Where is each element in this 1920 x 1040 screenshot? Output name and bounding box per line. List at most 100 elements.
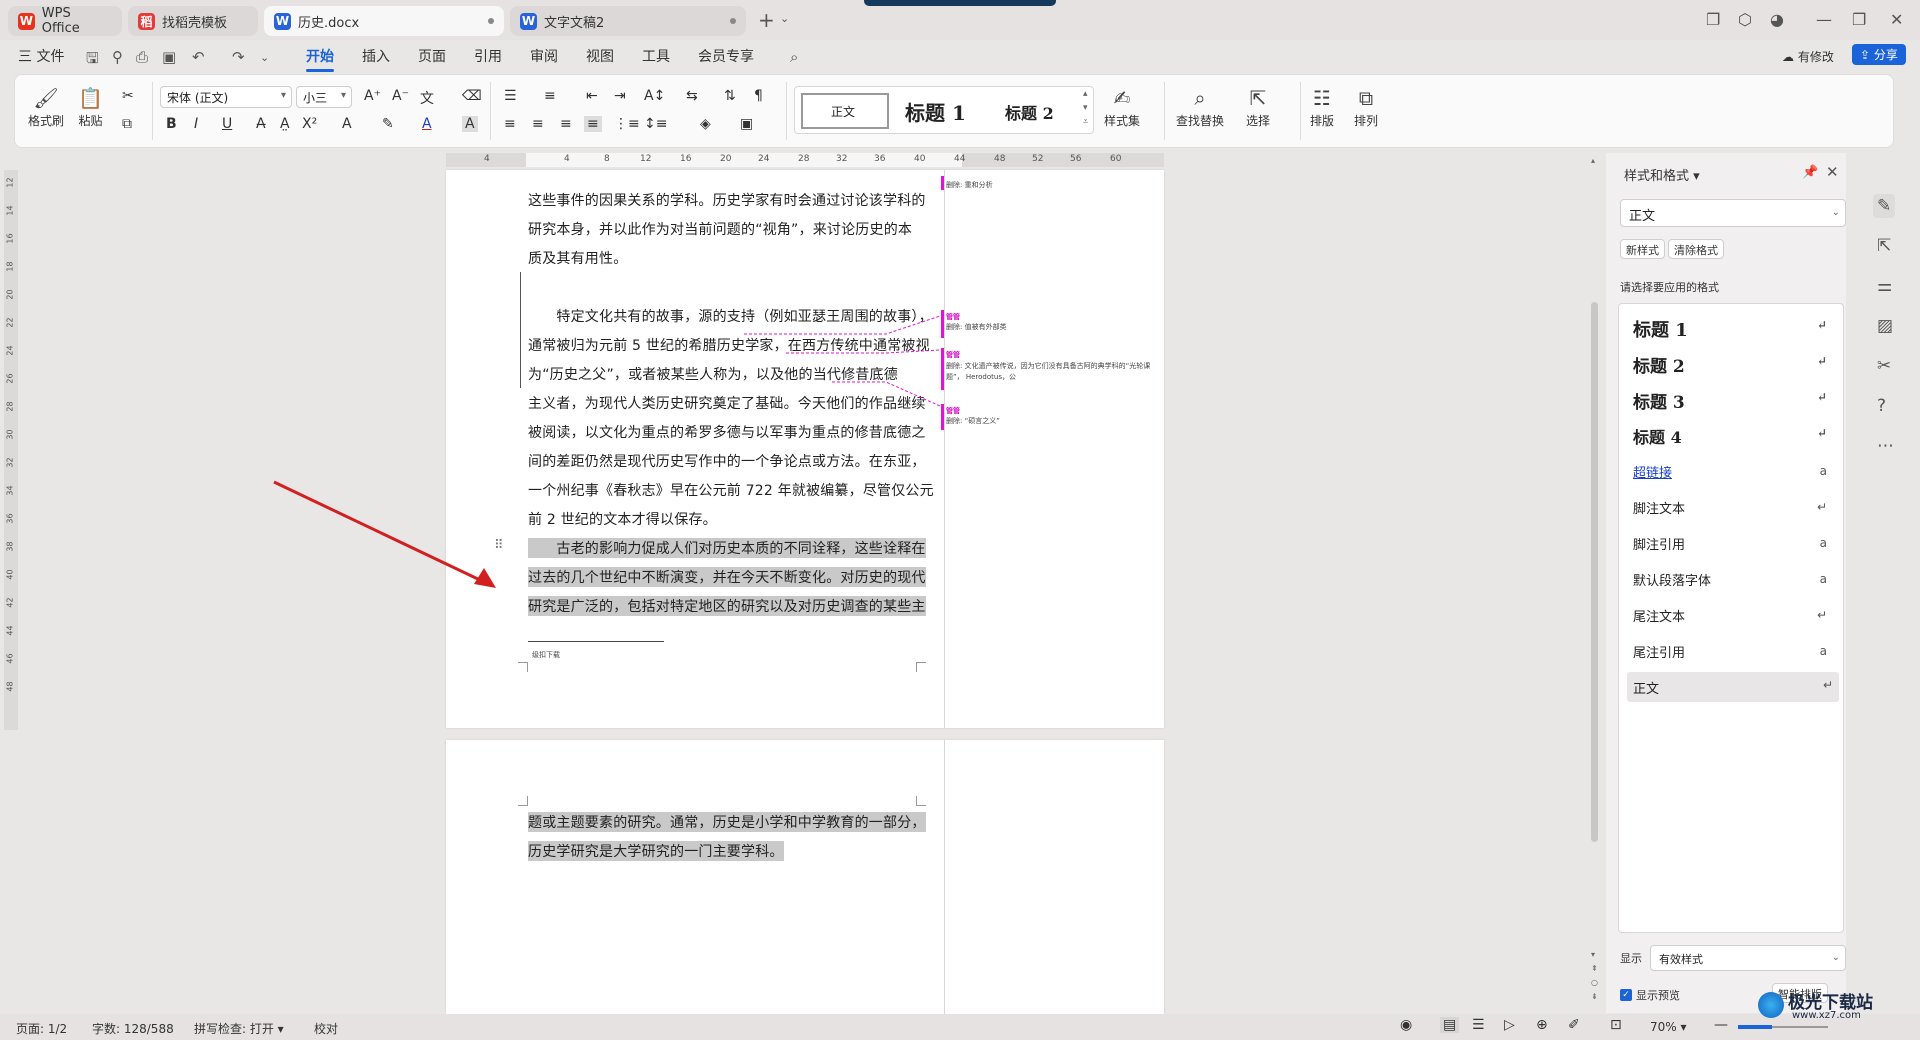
proofread-button[interactable]: 校对 (314, 1020, 338, 1037)
text-direction-icon[interactable]: A↕ (644, 88, 665, 104)
underline-icon[interactable]: U (222, 116, 232, 132)
scroll-up-icon[interactable]: ▴ (1591, 156, 1595, 165)
grow-font-icon[interactable]: A⁺ (364, 88, 381, 104)
align-center-icon[interactable]: ≡ (532, 116, 544, 132)
new-tab-plus-icon[interactable]: + (758, 8, 775, 32)
show-marks-icon[interactable]: ¶ (754, 88, 763, 104)
style-set-button[interactable]: ✍ 样式集 (1104, 86, 1140, 129)
close-window-icon[interactable]: ✕ (1890, 10, 1903, 29)
more-icon[interactable]: ⋯ (1877, 436, 1894, 456)
adjust-sliders-icon[interactable]: ⚌ (1877, 276, 1892, 296)
word-count[interactable]: 字数: 128/588 (92, 1020, 174, 1037)
style-item-footnote-ref[interactable]: 脚注引用 a (1633, 534, 1833, 553)
window-layout-icon[interactable]: ❐ (1706, 10, 1720, 29)
spell-check-status[interactable]: 拼写检查: 打开 ▾ (194, 1020, 284, 1037)
format-painter-button[interactable]: 🖌 格式刷 (28, 86, 64, 129)
paste-button[interactable]: 📋 粘贴 (78, 86, 103, 129)
sort-icon[interactable]: ⇅ (724, 88, 736, 104)
borders-icon[interactable]: ▣ (740, 116, 753, 132)
page-view-icon[interactable]: ▤ (1440, 1017, 1460, 1033)
close-panel-icon[interactable]: ✕ (1826, 163, 1839, 181)
clear-format-button[interactable]: 清除格式 (1668, 239, 1724, 259)
tab-page[interactable]: 页面 (418, 46, 446, 66)
style-normal[interactable]: 正文 (801, 93, 889, 129)
restore-icon[interactable]: ❐ (1852, 10, 1866, 29)
font-size-select[interactable]: 小三 ▾ (296, 86, 352, 108)
current-style-select[interactable]: 正文 ⌄ (1620, 199, 1846, 227)
select-button[interactable]: ⇱ 选择 (1246, 86, 1270, 129)
pin-icon[interactable]: 📌 (1802, 165, 1818, 180)
char-shading-icon[interactable]: A (462, 116, 478, 132)
tab-home[interactable]: 开始 (306, 46, 334, 72)
arrange-button[interactable]: ⧉ 排列 (1354, 86, 1378, 129)
unsaved-dot-icon[interactable] (488, 18, 494, 24)
styles-pen-icon[interactable]: ✎ (1873, 194, 1896, 218)
decrease-indent-icon[interactable]: ⇤ (586, 88, 598, 104)
tab-wps-office[interactable]: W WPS Office (8, 6, 122, 36)
export-icon[interactable]: ⚲ (112, 48, 123, 66)
horizontal-ruler[interactable]: 4 4 8 12 16 20 24 28 32 36 40 44 48 52 5… (446, 153, 1164, 167)
tab-view[interactable]: 视图 (586, 46, 614, 66)
paragraph-shading-icon[interactable]: ◈ (700, 116, 711, 132)
zoom-out-icon[interactable]: — (1714, 1017, 1728, 1033)
scroll-down-icon[interactable]: ▾ (1591, 950, 1595, 959)
style-item-heading2[interactable]: 标题 2 ↵ (1633, 352, 1833, 377)
numbered-list-icon[interactable]: ≡ (544, 88, 556, 104)
user-avatar-icon[interactable]: ◕ (1770, 10, 1784, 29)
panel-title[interactable]: 样式和格式 ▾ (1624, 165, 1700, 184)
style-item-hyperlink[interactable]: 超链接 a (1633, 462, 1833, 481)
style-scroll-down-icon[interactable]: ▾ (1083, 103, 1088, 113)
help-icon[interactable]: ? (1877, 396, 1886, 416)
next-page-icon[interactable]: ⇟ (1591, 992, 1598, 1001)
eye-protect-icon[interactable]: ◉ (1400, 1017, 1412, 1033)
find-replace-button[interactable]: ⌕ 查找替换 (1176, 86, 1224, 129)
line-spacing-icon[interactable]: ↕≡ (644, 116, 667, 132)
font-name-select[interactable]: 宋体 (正文) ▾ (160, 86, 292, 108)
tools-icon[interactable]: ✂ (1877, 356, 1891, 376)
bold-icon[interactable]: B (166, 116, 177, 132)
preview-checkbox[interactable]: ✓ 显示预览 (1620, 987, 1680, 1003)
quick-access-chevron-icon[interactable]: ⌄ (260, 51, 269, 64)
browse-object-icon[interactable]: ○ (1591, 978, 1598, 987)
clear-formatting-icon[interactable]: ⌫ (462, 88, 482, 104)
style-scroll-up-icon[interactable]: ▴ (1083, 89, 1088, 99)
fit-page-icon[interactable]: ⊡ (1610, 1017, 1622, 1033)
edit-image-icon[interactable]: ▨ (1877, 316, 1893, 336)
selected-line[interactable]: 历史学研究是大学研究的一门主要学科。 (528, 841, 784, 861)
tab-document2[interactable]: W 文字文稿2 (510, 6, 746, 36)
share-button[interactable]: ⇪ 分享 (1852, 44, 1906, 65)
bullet-list-icon[interactable]: ☰ (504, 88, 517, 104)
search-icon[interactable]: ⌕ (790, 48, 798, 66)
emphasis-icon[interactable]: A̤ (280, 116, 290, 132)
style-heading1[interactable]: 标题 1 (905, 97, 966, 126)
style-heading2[interactable]: 标题 2 (1005, 100, 1054, 124)
prev-page-icon[interactable]: ⇞ (1591, 964, 1598, 973)
select-pointer-icon[interactable]: ⇱ (1877, 236, 1891, 256)
modified-status[interactable]: ☁ 有修改 (1782, 48, 1834, 65)
undo-icon[interactable]: ↶ (192, 48, 205, 66)
unsaved-dot-icon[interactable] (730, 18, 736, 24)
cube-icon[interactable]: ⬡ (1738, 10, 1752, 29)
style-item-heading4[interactable]: 标题 4 ↵ (1633, 424, 1833, 448)
tab-insert[interactable]: 插入 (362, 46, 390, 66)
line-break-icon[interactable]: ⇆ (686, 88, 698, 104)
pen-view-icon[interactable]: ✐ (1568, 1017, 1580, 1033)
selected-line[interactable]: 题或主题要素的研究。通常，历史是小学和中学教育的一部分， (528, 812, 926, 832)
highlight-icon[interactable]: ✎ (382, 116, 394, 132)
tab-review[interactable]: 审阅 (530, 46, 558, 66)
justify-icon[interactable]: ≡ (584, 116, 602, 132)
window-drag-handle[interactable] (864, 0, 1056, 6)
show-filter-select[interactable]: 有效样式 ⌄ (1650, 945, 1846, 971)
layout-button[interactable]: ☷ 排版 (1310, 86, 1334, 129)
scrollbar-thumb[interactable] (1591, 302, 1598, 842)
style-item-heading1[interactable]: 标题 1 ↵ (1633, 316, 1833, 342)
play-icon[interactable]: ▷ (1504, 1017, 1515, 1033)
new-style-button[interactable]: 新样式 (1620, 239, 1665, 259)
tab-template[interactable]: 稻 找稻壳模板 (128, 6, 258, 36)
style-item-default-font[interactable]: 默认段落字体 a (1633, 570, 1833, 589)
vertical-ruler[interactable]: 12 14 16 18 20 22 24 26 28 30 32 34 36 3… (4, 170, 18, 730)
tab-member[interactable]: 会员专享 (698, 46, 754, 66)
style-item-endnote-ref[interactable]: 尾注引用 a (1633, 642, 1833, 661)
strikethrough-icon[interactable]: A̶ (256, 116, 266, 132)
zoom-level[interactable]: 70% ▾ (1650, 1020, 1687, 1034)
